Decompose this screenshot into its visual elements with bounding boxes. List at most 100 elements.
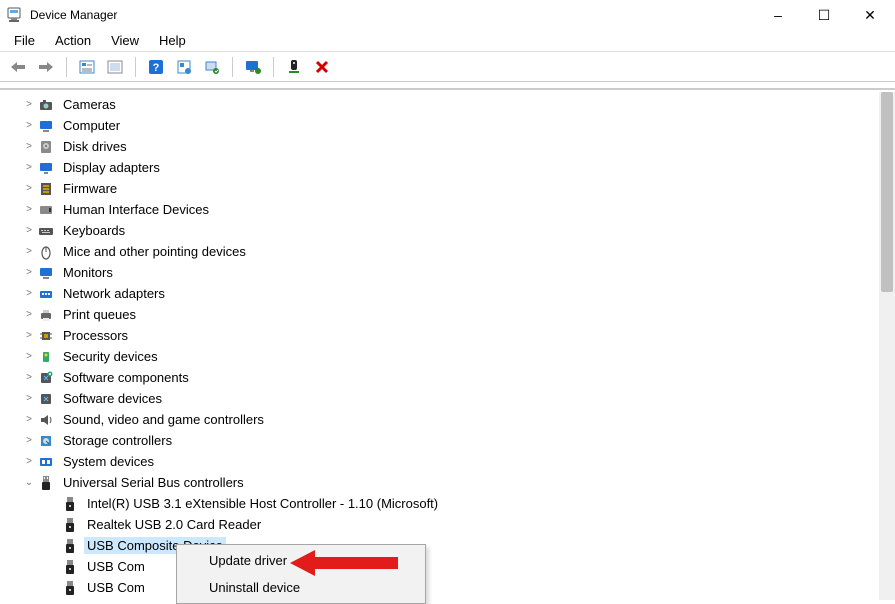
expander-icon[interactable]: >	[22, 224, 36, 238]
tree-item-label: Sound, video and game controllers	[60, 411, 267, 428]
storage-icon	[38, 433, 54, 449]
expander-icon[interactable]: >	[22, 203, 36, 217]
tree-item-label: Universal Serial Bus controllers	[60, 474, 247, 491]
tree-item-usb-child-1[interactable]: Realtek USB 2.0 Card Reader	[8, 514, 879, 535]
tree-item-keyboard[interactable]: >Keyboards	[8, 220, 879, 241]
tree-item-label: Network adapters	[60, 285, 168, 302]
tree-item-label: Monitors	[60, 264, 116, 281]
expander-icon[interactable]	[46, 539, 60, 553]
tree-scroll-area[interactable]: >Cameras>Computer>Disk drives>Display ad…	[0, 92, 879, 600]
refresh-icon[interactable]	[103, 55, 127, 79]
tree-item-label: Cameras	[60, 96, 119, 113]
tree-item-softdev[interactable]: > Software devices	[8, 388, 879, 409]
tree-item-cpu[interactable]: >Processors	[8, 325, 879, 346]
remove-icon[interactable]	[310, 55, 334, 79]
maximize-button[interactable]: ☐	[801, 0, 847, 30]
tree-item-monitor[interactable]: > Monitors	[8, 262, 879, 283]
eject-icon[interactable]	[282, 55, 306, 79]
close-button[interactable]: ✕	[847, 0, 893, 30]
tree-item-computer[interactable]: >Computer	[8, 115, 879, 136]
svg-text:?: ?	[153, 62, 160, 74]
expander-icon[interactable]: >	[22, 119, 36, 133]
menu-file[interactable]: File	[4, 31, 45, 50]
help-icon[interactable]: ?	[144, 55, 168, 79]
back-icon[interactable]	[6, 55, 30, 79]
expander-icon[interactable]: >	[22, 98, 36, 112]
tree-item-label: Software devices	[60, 390, 165, 407]
security-icon	[38, 349, 54, 365]
menu-action[interactable]: Action	[45, 31, 101, 50]
expander-icon[interactable]: >	[22, 287, 36, 301]
keyboard-icon	[38, 223, 54, 239]
expander-icon[interactable]: >	[22, 371, 36, 385]
menubar: File Action View Help	[0, 30, 895, 52]
tree-item-usb-child-2[interactable]: USB Composite Device	[8, 535, 879, 556]
tree-item-sound[interactable]: > Sound, video and game controllers	[8, 409, 879, 430]
tree-item-system[interactable]: >System devices	[8, 451, 879, 472]
printer-icon	[38, 307, 54, 323]
tree-item-firmware[interactable]: >Firmware	[8, 178, 879, 199]
tree-item-storage[interactable]: >Storage controllers	[8, 430, 879, 451]
expander-icon[interactable]: >	[22, 392, 36, 406]
expander-icon[interactable]: >	[22, 455, 36, 469]
menu-view[interactable]: View	[101, 31, 149, 50]
tree-item-disk[interactable]: >Disk drives	[8, 136, 879, 157]
expander-icon[interactable]	[46, 497, 60, 511]
tree-item-usb-child-0[interactable]: Intel(R) USB 3.1 eXtensible Host Control…	[8, 493, 879, 514]
tree-item-label: Realtek USB 2.0 Card Reader	[84, 516, 264, 533]
tree-item-label: Security devices	[60, 348, 161, 365]
expander-icon[interactable]: >	[22, 245, 36, 259]
tree-item-software[interactable]: >Software components	[8, 367, 879, 388]
expander-icon[interactable]: >	[22, 413, 36, 427]
update-driver-icon[interactable]	[172, 55, 196, 79]
scroll-thumb[interactable]	[881, 92, 893, 292]
expander-icon[interactable]: >	[22, 140, 36, 154]
app-icon	[6, 7, 22, 23]
tree-item-label: Display adapters	[60, 159, 163, 176]
tree-item-label: USB Com	[84, 579, 148, 596]
action-props-icon[interactable]	[75, 55, 99, 79]
cpu-icon	[38, 328, 54, 344]
device-tree: >Cameras>Computer>Disk drives>Display ad…	[0, 88, 895, 600]
expander-icon[interactable]: >	[22, 161, 36, 175]
minimize-button[interactable]: –	[755, 0, 801, 30]
hid-icon	[38, 202, 54, 218]
mouse-icon	[38, 244, 54, 260]
tree-item-label: Mice and other pointing devices	[60, 243, 249, 260]
tree-item-printer[interactable]: >Print queues	[8, 304, 879, 325]
firmware-icon	[38, 181, 54, 197]
ctx-update-driver[interactable]: Update driver	[179, 547, 423, 574]
tree-item-network[interactable]: > Network adapters	[8, 283, 879, 304]
forward-icon[interactable]	[34, 55, 58, 79]
expander-icon[interactable]: >	[22, 182, 36, 196]
expander-icon[interactable]: >	[22, 434, 36, 448]
tree-item-usb-child-3[interactable]: USB Com	[8, 556, 879, 577]
monitor-icon[interactable]	[241, 55, 265, 79]
scan-hardware-icon[interactable]	[200, 55, 224, 79]
expander-icon[interactable]	[46, 560, 60, 574]
expander-icon[interactable]: >	[22, 308, 36, 322]
tree-item-display[interactable]: > Display adapters	[8, 157, 879, 178]
camera-icon	[38, 97, 54, 113]
toolbar: ?	[0, 52, 895, 82]
titlebar: Device Manager – ☐ ✕	[0, 0, 895, 30]
expander-icon[interactable]: >	[22, 350, 36, 364]
display-icon	[38, 160, 54, 176]
tree-item-usb-child-4[interactable]: USB Com	[8, 577, 879, 598]
expander-icon[interactable]	[46, 581, 60, 595]
expander-icon[interactable]: >	[22, 266, 36, 280]
expander-icon[interactable]: ⌄	[22, 476, 36, 490]
ctx-uninstall-device[interactable]: Uninstall device	[179, 574, 423, 601]
tree-item-usb-controllers[interactable]: ⌄ Universal Serial Bus controllers	[8, 472, 879, 493]
usb-device-icon	[62, 559, 78, 575]
expander-icon[interactable]	[46, 518, 60, 532]
scrollbar[interactable]	[879, 92, 895, 600]
tree-item-camera[interactable]: > Cameras	[8, 94, 879, 115]
window-title: Device Manager	[30, 8, 755, 22]
menu-help[interactable]: Help	[149, 31, 196, 50]
tree-item-security[interactable]: > Security devices	[8, 346, 879, 367]
tree-item-mouse[interactable]: > Mice and other pointing devices	[8, 241, 879, 262]
usb-device-icon	[62, 580, 78, 596]
tree-item-hid[interactable]: >Human Interface Devices	[8, 199, 879, 220]
expander-icon[interactable]: >	[22, 329, 36, 343]
